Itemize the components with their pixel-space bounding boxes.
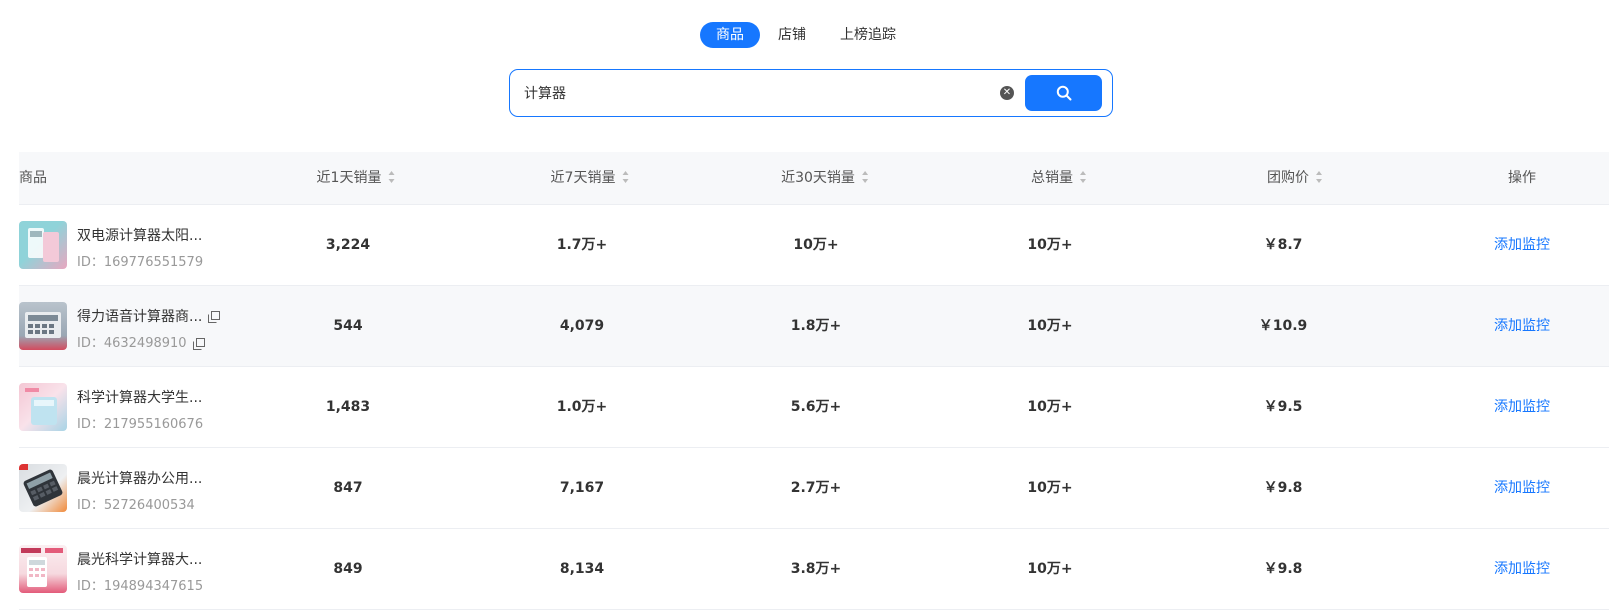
search-icon: [1056, 85, 1071, 101]
table-row: 晨光科学计算器大... ID：194894347615 849 8,134 3.…: [19, 529, 1609, 610]
sales-total: 10万+: [1027, 399, 1073, 415]
sales-30d: 3.8万+: [790, 561, 842, 577]
sort-icon[interactable]: [1315, 170, 1323, 184]
product-name[interactable]: 得力语音计算器商...: [77, 306, 221, 326]
sales-30d: 2.7万+: [790, 480, 842, 496]
search-input[interactable]: [524, 82, 964, 104]
sort-icon[interactable]: [621, 170, 629, 184]
product-thumbnail[interactable]: [19, 383, 67, 431]
sales-1d: 3,224: [325, 237, 371, 253]
header-product: 商品: [19, 170, 47, 186]
product-name[interactable]: 双电源计算器太阳...: [77, 225, 202, 245]
product-table: 商品 近1天销量 近7天销量 近30天销量 总销量 团购价 操作 双电源计算器太…: [19, 152, 1609, 610]
sales-7d: 1.7万+: [556, 237, 608, 253]
product-name[interactable]: 晨光科学计算器大...: [77, 549, 202, 569]
add-monitor-link[interactable]: 添加监控: [1494, 448, 1550, 529]
product-thumbnail[interactable]: [19, 221, 67, 269]
product-name-text: 得力语音计算器商...: [77, 309, 203, 325]
tab-bar: 商品 店铺 上榜追踪: [700, 22, 912, 48]
header-sales-total-label: 总销量: [1031, 170, 1073, 186]
table-row: 科学计算器大学生... ID：217955160676 1,483 1.0万+ …: [19, 367, 1609, 448]
sales-7d: 4,079: [559, 318, 605, 334]
sales-30d: 1.8万+: [790, 318, 842, 334]
add-monitor-link[interactable]: 添加监控: [1494, 367, 1550, 448]
product-name[interactable]: 晨光计算器办公用...: [77, 468, 202, 488]
header-sales-7d[interactable]: 近7天销量: [551, 152, 630, 205]
sort-icon[interactable]: [1079, 170, 1087, 184]
add-monitor-link[interactable]: 添加监控: [1494, 205, 1550, 286]
clear-icon[interactable]: ✕: [1000, 86, 1014, 100]
table-row: 晨光计算器办公用... ID：52726400534 847 7,167 2.7…: [19, 448, 1609, 529]
group-price: ￥10.9: [1258, 318, 1308, 334]
header-group-price-label: 团购价: [1267, 170, 1309, 186]
header-sales-7d-label: 近7天销量: [550, 170, 616, 186]
product-id-text: ID：4632498910: [77, 336, 187, 351]
add-monitor-link[interactable]: 添加监控: [1494, 286, 1550, 367]
header-action: 操作: [1508, 170, 1536, 186]
sales-1d: 849: [333, 561, 363, 577]
sales-30d: 5.6万+: [790, 399, 842, 415]
product-id: ID：52726400534: [77, 498, 195, 513]
header-sales-30d-label: 近30天销量: [781, 170, 855, 186]
sales-total: 10万+: [1027, 480, 1073, 496]
group-price: ￥9.8: [1263, 480, 1303, 496]
tab-product[interactable]: 商品: [700, 22, 760, 48]
tab-ranking-tracking[interactable]: 上榜追踪: [824, 22, 912, 48]
group-price: ￥9.5: [1263, 399, 1303, 415]
product-name[interactable]: 科学计算器大学生...: [77, 387, 202, 407]
search-box: ✕: [509, 69, 1113, 117]
search-button[interactable]: [1025, 75, 1102, 111]
sales-30d: 10万+: [793, 237, 839, 253]
sales-total: 10万+: [1027, 237, 1073, 253]
product-id: ID：194894347615: [77, 579, 204, 594]
header-sales-total[interactable]: 总销量: [1031, 152, 1087, 205]
header-group-price[interactable]: 团购价: [1267, 152, 1323, 205]
copy-icon[interactable]: [208, 311, 221, 323]
sort-icon[interactable]: [387, 170, 395, 184]
sales-1d: 847: [333, 480, 363, 496]
sales-1d: 544: [333, 318, 363, 334]
product-id: ID：4632498910: [77, 332, 205, 351]
group-price: ￥8.7: [1263, 237, 1303, 253]
product-id: ID：217955160676: [77, 417, 204, 432]
table-header: 商品 近1天销量 近7天销量 近30天销量 总销量 团购价 操作: [19, 152, 1609, 205]
copy-icon[interactable]: [192, 337, 205, 350]
sales-7d: 7,167: [559, 480, 605, 496]
sort-icon[interactable]: [861, 170, 869, 184]
add-monitor-link[interactable]: 添加监控: [1494, 529, 1550, 610]
product-thumbnail[interactable]: [19, 302, 67, 350]
table-row: 双电源计算器太阳... ID：169776551579 3,224 1.7万+ …: [19, 205, 1609, 286]
header-sales-1d-label: 近1天销量: [316, 170, 382, 186]
sales-total: 10万+: [1027, 561, 1073, 577]
sales-total: 10万+: [1027, 318, 1073, 334]
tab-shop[interactable]: 店铺: [762, 22, 822, 48]
sales-7d: 1.0万+: [556, 399, 608, 415]
sales-7d: 8,134: [559, 561, 605, 577]
header-sales-30d[interactable]: 近30天销量: [781, 152, 869, 205]
product-thumbnail[interactable]: [19, 545, 67, 593]
product-id: ID：169776551579: [77, 255, 204, 270]
sales-1d: 1,483: [325, 399, 371, 415]
table-row: 得力语音计算器商... ID：4632498910 544 4,079 1.8万…: [19, 286, 1609, 367]
header-sales-1d[interactable]: 近1天销量: [317, 152, 396, 205]
product-thumbnail[interactable]: [19, 464, 67, 512]
group-price: ￥9.8: [1263, 561, 1303, 577]
